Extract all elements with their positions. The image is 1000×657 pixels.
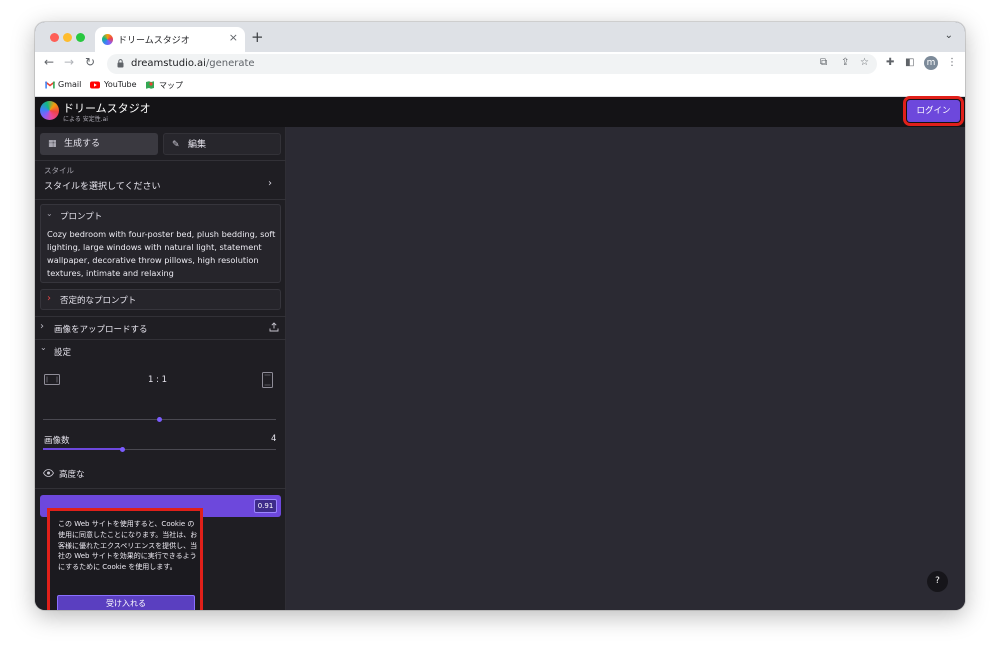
bookmark-gmail[interactable]: Gmail [58,80,81,89]
tab-generate[interactable]: ▦ 生成する [40,133,158,155]
eye-icon [43,469,54,477]
tab-title: ドリームスタジオ [118,36,190,46]
cookie-consent-text: この Web サイトを使用すると、Cookie の使用に同意したことになります。… [58,520,198,572]
chevron-right-icon: › [40,321,44,332]
aspect-ratio-value: 1 : 1 [148,375,168,385]
tab-edit-label: 編集 [188,140,207,150]
image-count-slider-handle[interactable] [119,447,125,452]
forward-button[interactable]: → [64,55,74,69]
settings-label: 設定 [54,348,72,358]
url-text: dreamstudio.ai/generate [131,58,255,69]
browser-toolbar: ← → ↻ dreamstudio.ai/generate ⧉ ⇪ ☆ ✚ ◧ … [35,52,965,75]
chevron-right-icon: › [268,178,272,189]
sidebar: ▦ 生成する ✎ 編集 スタイル スタイルを選択してください › ⌄ プロンプト… [35,127,286,610]
advanced-toggle[interactable]: 高度な [35,463,286,483]
close-window-button[interactable] [50,33,59,42]
dreamstudio-favicon-icon [102,34,113,45]
chevron-right-icon: › [47,293,51,304]
image-count-value: 4 [271,434,277,444]
bookmarks-bar: Gmail YouTube マップ [35,75,965,97]
app-header: ドリームスタジオ による 安定性.ai ログイン [35,96,965,127]
upload-icon[interactable] [269,322,279,332]
divider [35,488,286,489]
style-label: スタイル [44,166,74,175]
portrait-icon[interactable] [262,372,273,388]
share-icon[interactable]: ⇪ [841,57,849,68]
lock-icon [117,59,124,68]
side-panel-icon[interactable]: ◧ [905,57,914,68]
maps-icon [146,81,154,89]
menu-dots-icon[interactable]: ⋮ [947,57,957,68]
browser-window: ドリームスタジオ × + ⌄ ← → ↻ dreamstudio.ai/gene… [35,22,965,610]
negative-prompt-panel[interactable]: › 否定的なプロンプト [40,289,281,310]
tab-generate-label: 生成する [64,139,101,149]
image-count-slider-fill [43,448,123,450]
prompt-textarea[interactable]: Cozy bedroom with four-poster bed, plush… [47,228,277,280]
landscape-icon[interactable] [44,374,60,385]
url-path: /generate [205,58,255,69]
chevron-down-icon[interactable]: ⌄ [46,209,53,218]
advanced-label: 高度な [59,470,85,480]
brand-subtitle: による 安定性.ai [63,116,108,123]
login-button[interactable]: ログイン [903,96,964,126]
prompt-title: プロンプト [60,212,103,222]
image-count-label: 画像数 [44,436,70,446]
translate-icon[interactable]: ⧉ [820,57,827,68]
youtube-icon [90,81,100,89]
bookmark-maps[interactable]: マップ [159,80,183,91]
help-button[interactable]: ? [927,571,948,592]
negative-prompt-title: 否定的なプロンプト [60,296,137,306]
bookmark-star-icon[interactable]: ☆ [860,57,869,68]
style-value: スタイルを選択してください [44,182,161,192]
aspect-ratio-slider-handle[interactable] [157,417,162,422]
upload-image-row[interactable]: › 画像をアップロードする [35,317,286,339]
tab-edit[interactable]: ✎ 編集 [163,133,281,155]
new-tab-button[interactable]: + [251,28,264,46]
prompt-panel: ⌄ プロンプト Cozy bedroom with four-poster be… [40,204,281,283]
profile-avatar[interactable]: m [924,56,938,70]
upload-label: 画像をアップロードする [54,325,148,335]
settings-header[interactable]: ⌄ 設定 [35,340,286,362]
credit-cost-badge: 0.91 [254,499,277,513]
tab-close-icon[interactable]: × [229,31,238,44]
maximize-window-button[interactable] [76,33,85,42]
gmail-icon [45,81,55,89]
tab-strip: ドリームスタジオ × + ⌄ [35,22,965,52]
chevron-down-icon: ⌄ [40,343,47,352]
image-canvas: ? [286,127,965,610]
browser-tab[interactable]: ドリームスタジオ × [95,27,245,52]
reload-button[interactable]: ↻ [85,55,95,69]
address-bar[interactable]: dreamstudio.ai/generate ⧉ ⇪ ☆ [107,54,877,74]
style-selector[interactable]: スタイル スタイルを選択してください › [35,161,286,199]
pencil-icon: ✎ [172,140,180,150]
dreamstudio-logo-icon [40,101,59,120]
accept-cookies-button[interactable]: 受け入れる [57,595,195,610]
tab-search-icon[interactable]: ⌄ [945,30,953,41]
grid-icon: ▦ [48,139,57,149]
back-button[interactable]: ← [44,55,54,69]
minimize-window-button[interactable] [63,33,72,42]
extensions-icon[interactable]: ✚ [886,57,894,68]
bookmark-youtube[interactable]: YouTube [104,80,137,89]
url-domain: dreamstudio.ai [131,58,206,69]
divider [35,199,286,200]
cookie-consent-banner: この Web サイトを使用すると、Cookie の使用に同意したことになります。… [47,508,203,610]
